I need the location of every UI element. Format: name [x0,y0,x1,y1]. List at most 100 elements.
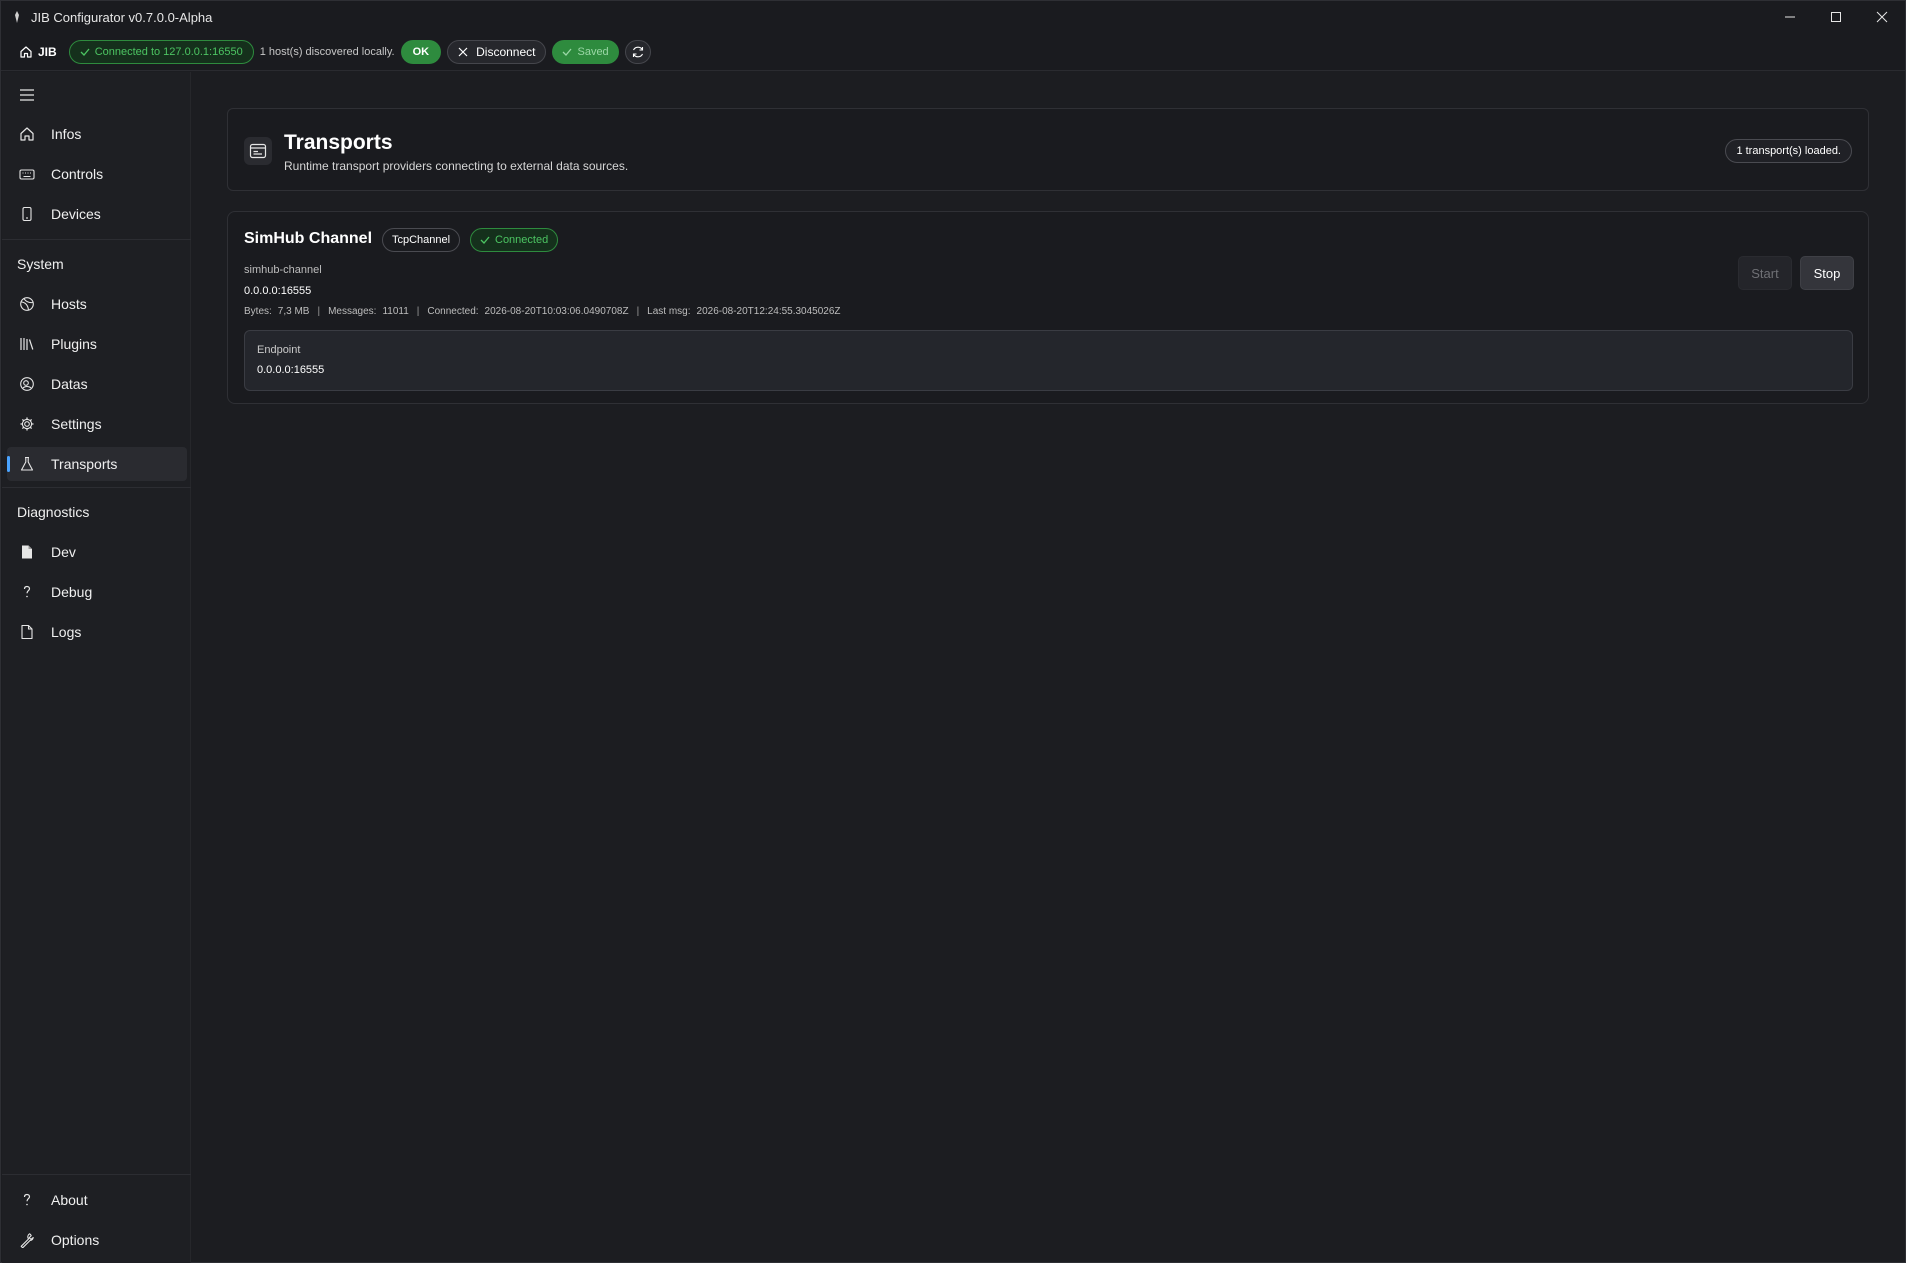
sidebar-item-devices[interactable]: Devices [7,197,187,231]
sidebar-item-infos[interactable]: Infos [7,117,187,151]
app-logo-icon [9,9,25,25]
sidebar-item-hosts[interactable]: Hosts [7,287,187,321]
start-button[interactable]: Start [1738,256,1792,290]
discovery-hint: 1 host(s) discovered locally. [259,45,395,58]
close-icon [1876,11,1888,23]
page-title: Transports [284,131,393,154]
endpoint-value: 0.0.0.0:16555 [257,364,325,376]
stats-separator: | [317,306,321,317]
sidebar-item-label: Hosts [51,296,87,312]
saved-status-button[interactable]: Saved [552,39,619,64]
gear-icon [18,415,36,433]
document-filled-icon [18,543,36,561]
sidebar-item-transports[interactable]: Transports [7,447,187,481]
bytes-value: 7,3 MB [277,306,310,317]
transport-count-badge: 1 transport(s) loaded. [1725,139,1852,163]
refresh-icon [632,46,643,57]
sidebar-item-logs[interactable]: Logs [7,615,187,649]
brand-label: JIB [38,44,57,59]
connection-status-badge: Connected to 127.0.0.1:16550 [68,39,254,64]
connected-value: 2026-08-20T10:03:06.0490708Z [484,306,629,317]
sidebar-item-label: Devices [51,206,101,222]
sidebar-divider [2,239,191,240]
sidebar-item-label: Logs [51,624,82,640]
maximize-icon [1831,12,1841,22]
data-icon [18,375,36,393]
sidebar-section-diagnostics: Diagnostics [17,504,90,520]
stop-button[interactable]: Stop [1800,256,1854,290]
sidebar-item-controls[interactable]: Controls [7,157,187,191]
endpoint-panel: Endpoint 0.0.0.0:16555 [244,330,1853,391]
minimize-icon [1785,16,1795,18]
disconnect-label: Disconnect [476,44,536,59]
connected-label: Connected: [427,306,479,317]
close-window-button[interactable] [1859,1,1905,33]
stats-separator: | [636,306,640,317]
sidebar-item-about[interactable]: About [7,1183,187,1217]
transport-status-text: Connected [495,234,549,246]
sidebar-item-debug[interactable]: Debug [7,575,187,609]
ok-button[interactable]: OK [400,39,442,64]
page-subtitle: Runtime transport providers connecting t… [284,159,629,173]
close-icon [458,47,468,56]
hamburger-icon [20,89,34,101]
messages-value: 11011 [382,306,409,317]
sidebar-item-label: Controls [51,166,104,182]
sidebar-item-label: Options [51,1232,100,1248]
home-icon [20,45,32,58]
question-icon [18,583,36,601]
globe-icon [18,295,36,313]
wrench-icon [18,1231,36,1249]
title-bar: JIB Configurator v0.7.0.0-Alpha [1,1,1905,33]
sidebar-item-datas[interactable]: Datas [7,367,187,401]
keyboard-icon [18,165,36,183]
transport-type-badge: TcpChannel [382,228,461,252]
disconnect-button[interactable]: Disconnect [447,39,547,64]
window-title: JIB Configurator v0.7.0.0-Alpha [31,9,213,25]
refresh-button[interactable] [624,39,651,64]
sidebar-divider [2,1174,191,1175]
saved-label: Saved [577,45,609,58]
sidebar-item-label: Datas [51,376,88,392]
maximize-button[interactable] [1813,1,1859,33]
sidebar-item-label: Infos [51,126,82,142]
menu-toggle-button[interactable] [19,88,35,102]
question-icon [18,1191,36,1209]
sidebar-item-label: Dev [51,544,76,560]
messages-label: Messages: [328,306,377,317]
app-window: JIB Configurator v0.7.0.0-Alpha JIB Conn… [0,0,1906,1263]
sidebar-item-label: Debug [51,584,93,600]
last-msg-value: 2026-08-20T12:24:55.3045026Z [696,306,841,317]
transport-status-badge: Connected [470,228,559,252]
sidebar-divider [2,487,191,488]
check-icon [563,48,572,56]
phone-icon [18,205,36,223]
sidebar-section-system: System [17,256,64,272]
transport-name: SimHub Channel [244,230,373,247]
connection-toolbar: JIB Connected to 127.0.0.1:16550 1 host(… [1,33,1905,71]
stats-separator: | [416,306,420,317]
home-brand-button[interactable]: JIB [19,45,57,59]
bytes-label: Bytes: [244,306,272,317]
transport-card: SimHub Channel TcpChannel Connected simh… [227,211,1869,404]
connection-status-text: Connected to 127.0.0.1:16550 [94,45,243,58]
endpoint-label: Endpoint [257,344,301,356]
minimize-button[interactable] [1767,1,1813,33]
sidebar-item-label: Plugins [51,336,97,352]
document-icon [18,623,36,641]
page-header: Transports Runtime transport providers c… [227,108,1869,191]
sidebar: Infos Controls Devices System Hosts Plug… [2,72,191,1263]
transport-address: 0.0.0.0:16555 [244,285,312,297]
check-icon [480,236,490,244]
sidebar-item-plugins[interactable]: Plugins [7,327,187,361]
transport-stats: Bytes: 7,3 MB | Messages: 11011 | Connec… [244,306,841,317]
sidebar-item-dev[interactable]: Dev [7,535,187,569]
sidebar-item-options[interactable]: Options [7,1223,187,1257]
home-icon [18,125,36,143]
sidebar-item-label: About [51,1192,88,1208]
sidebar-item-settings[interactable]: Settings [7,407,187,441]
library-icon [18,335,36,353]
sidebar-item-label: Transports [51,456,118,472]
transport-id: simhub-channel [244,264,322,276]
window-controls [1767,1,1905,33]
